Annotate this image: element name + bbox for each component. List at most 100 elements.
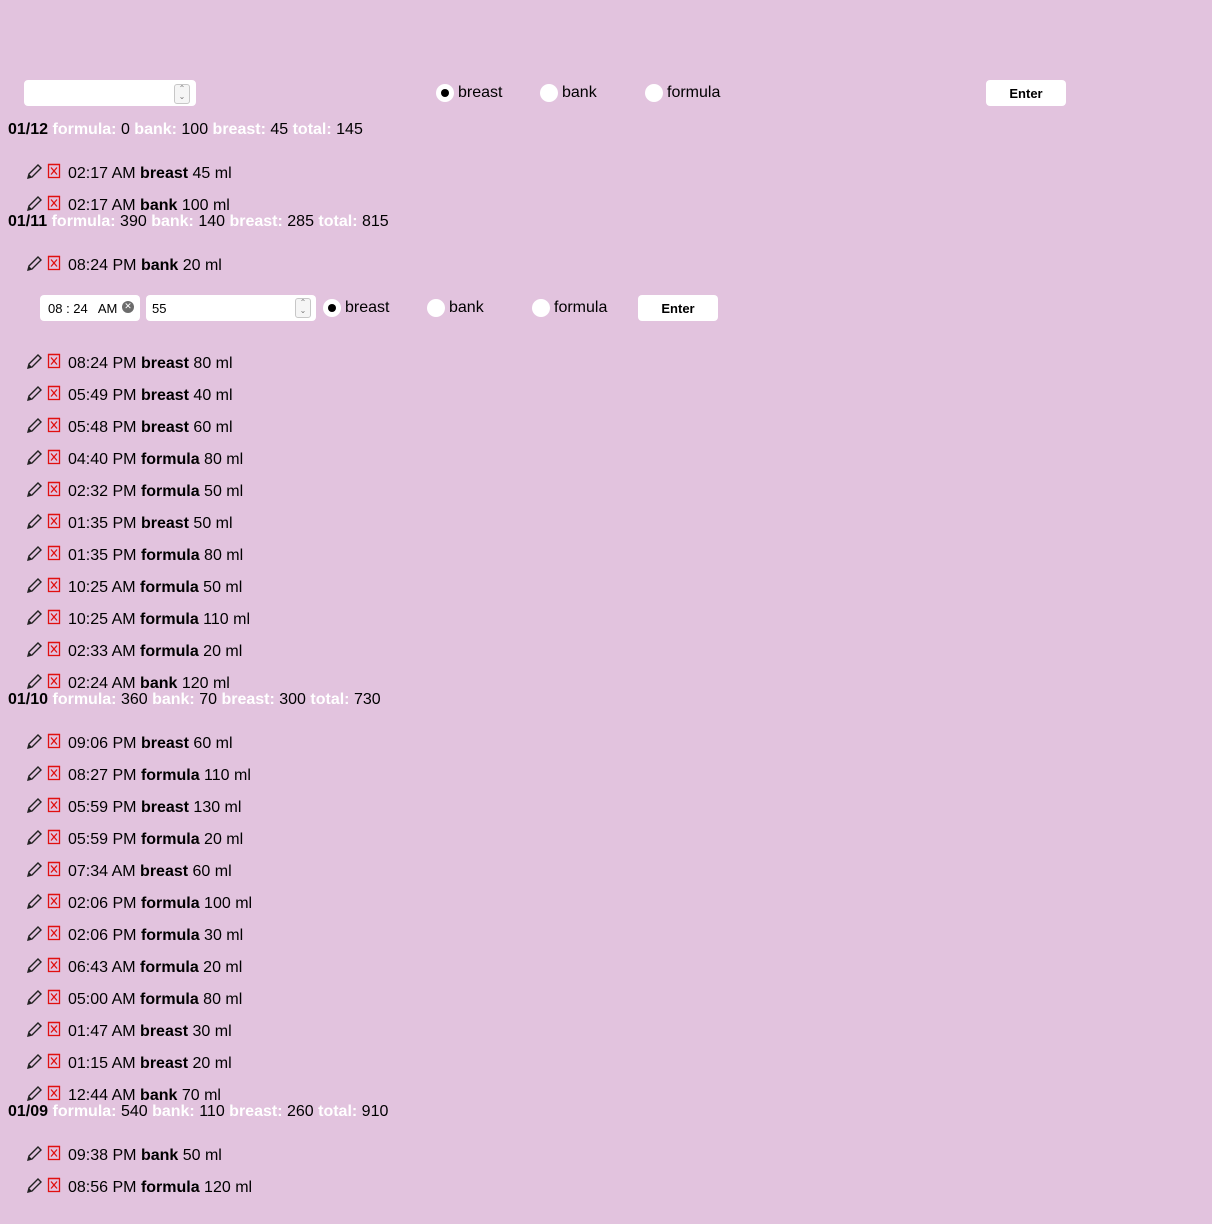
delete-trash-icon[interactable] bbox=[44, 385, 64, 407]
edit-radio-option-bank[interactable]: bank bbox=[427, 299, 484, 317]
delete-trash-icon[interactable] bbox=[44, 353, 64, 375]
entry-text: 01:35 PM breast 50 ml bbox=[68, 515, 233, 533]
day-header: 01/10 formula: 360 bank: 70 breast: 300 … bbox=[8, 691, 381, 709]
entry-text: 02:17 AM breast 45 ml bbox=[68, 165, 232, 183]
edit-pencil-icon[interactable] bbox=[24, 1177, 44, 1199]
delete-trash-icon[interactable] bbox=[44, 481, 64, 503]
delete-trash-icon[interactable] bbox=[44, 893, 64, 915]
delete-trash-icon[interactable] bbox=[44, 989, 64, 1011]
list-item: 01:35 PM formula 80 ml bbox=[24, 543, 243, 569]
edit-radio-option-breast[interactable]: breast bbox=[323, 299, 389, 317]
edit-pencil-icon[interactable] bbox=[24, 255, 44, 277]
edit-pencil-icon[interactable] bbox=[24, 925, 44, 947]
enter-button[interactable]: Enter bbox=[986, 80, 1066, 106]
delete-trash-icon[interactable] bbox=[44, 1021, 64, 1043]
entry-text: 01:15 AM breast 20 ml bbox=[68, 1055, 232, 1073]
edit-pencil-icon[interactable] bbox=[24, 513, 44, 535]
edit-pencil-icon[interactable] bbox=[24, 481, 44, 503]
edit-pencil-icon[interactable] bbox=[24, 417, 44, 439]
list-item: 05:49 PM breast 40 ml bbox=[24, 383, 233, 409]
edit-pencil-icon[interactable] bbox=[24, 893, 44, 915]
edit-pencil-icon[interactable] bbox=[24, 957, 44, 979]
edit-time-value: 08 : 24 AM bbox=[48, 300, 118, 316]
stat-value-formula: 0 bbox=[120, 121, 130, 138]
edit-radio-option-formula[interactable]: formula bbox=[532, 299, 607, 317]
edit-pencil-icon[interactable] bbox=[24, 449, 44, 471]
edit-pencil-icon[interactable] bbox=[24, 829, 44, 851]
clear-icon[interactable]: ✕ bbox=[122, 301, 134, 313]
delete-trash-icon[interactable] bbox=[44, 861, 64, 883]
delete-trash-icon[interactable] bbox=[44, 513, 64, 535]
entry-amount: 20 ml bbox=[188, 1055, 232, 1072]
radio-option-breast[interactable]: breast bbox=[436, 84, 502, 102]
edit-pencil-icon[interactable] bbox=[24, 989, 44, 1011]
stat-value-bank: 110 bbox=[199, 1103, 225, 1120]
edit-pencil-icon[interactable] bbox=[24, 353, 44, 375]
delete-trash-icon[interactable] bbox=[44, 609, 64, 631]
delete-trash-icon[interactable] bbox=[44, 829, 64, 851]
delete-trash-icon[interactable] bbox=[44, 925, 64, 947]
delete-trash-icon[interactable] bbox=[44, 797, 64, 819]
edit-quantity-input[interactable]: 55 ⌃ ⌄ bbox=[146, 295, 316, 321]
list-item: 09:06 PM breast 60 ml bbox=[24, 731, 233, 757]
list-item: 07:34 AM breast 60 ml bbox=[24, 859, 232, 885]
edit-pencil-icon[interactable] bbox=[24, 545, 44, 567]
quantity-stepper-icon[interactable]: ⌃ ⌄ bbox=[295, 298, 311, 318]
delete-trash-icon[interactable] bbox=[44, 255, 64, 277]
edit-time-input[interactable]: 08 : 24 AM ✕ bbox=[40, 295, 140, 321]
delete-trash-icon[interactable] bbox=[44, 545, 64, 567]
edit-enter-button[interactable]: Enter bbox=[638, 295, 718, 321]
edit-pencil-icon[interactable] bbox=[24, 1053, 44, 1075]
delete-trash-icon[interactable] bbox=[44, 417, 64, 439]
edit-pencil-icon[interactable] bbox=[24, 609, 44, 631]
quantity-input[interactable]: ⌃ ⌄ bbox=[24, 80, 196, 106]
radio-option-bank[interactable]: bank bbox=[540, 84, 597, 102]
entry-type: formula bbox=[140, 1179, 200, 1196]
entry-type: formula bbox=[140, 451, 200, 468]
edit-pencil-icon[interactable] bbox=[24, 1145, 44, 1167]
entry-text: 05:49 PM breast 40 ml bbox=[68, 387, 233, 405]
stat-label-total: total: bbox=[305, 691, 354, 708]
edit-pencil-icon[interactable] bbox=[24, 765, 44, 787]
radio-breast[interactable] bbox=[436, 84, 454, 102]
entry-text: 10:25 AM formula 110 ml bbox=[68, 611, 250, 629]
edit-radio-breast[interactable] bbox=[323, 299, 341, 317]
delete-trash-icon[interactable] bbox=[44, 1145, 64, 1167]
edit-pencil-icon[interactable] bbox=[24, 385, 44, 407]
edit-pencil-icon[interactable] bbox=[24, 163, 44, 185]
delete-trash-icon[interactable] bbox=[44, 577, 64, 599]
delete-trash-icon[interactable] bbox=[44, 641, 64, 663]
edit-pencil-icon[interactable] bbox=[24, 1021, 44, 1043]
edit-radio-formula[interactable] bbox=[532, 299, 550, 317]
entry-text: 02:06 PM formula 100 ml bbox=[68, 895, 252, 913]
delete-trash-icon[interactable] bbox=[44, 163, 64, 185]
entry-amount: 45 ml bbox=[188, 165, 232, 182]
delete-trash-icon[interactable] bbox=[44, 957, 64, 979]
entry-time: 05:59 PM bbox=[68, 831, 141, 848]
edit-pencil-icon[interactable] bbox=[24, 641, 44, 663]
list-item: 10:25 AM formula 110 ml bbox=[24, 607, 250, 633]
edit-pencil-icon[interactable] bbox=[24, 797, 44, 819]
edit-pencil-icon[interactable] bbox=[24, 733, 44, 755]
edit-radio-label-bank: bank bbox=[449, 299, 484, 316]
list-item: 02:06 PM formula 100 ml bbox=[24, 891, 252, 917]
radio-option-formula[interactable]: formula bbox=[645, 84, 720, 102]
entry-amount: 80 ml bbox=[199, 451, 244, 468]
delete-trash-icon[interactable] bbox=[44, 765, 64, 787]
radio-bank[interactable] bbox=[540, 84, 558, 102]
entry-amount: 50 ml bbox=[198, 579, 243, 596]
quantity-stepper-icon[interactable]: ⌃ ⌄ bbox=[174, 84, 190, 104]
entry-time: 02:24 AM bbox=[68, 675, 141, 692]
delete-trash-icon[interactable] bbox=[44, 449, 64, 471]
delete-trash-icon[interactable] bbox=[44, 1053, 64, 1075]
entry-text: 01:35 PM formula 80 ml bbox=[68, 547, 243, 565]
entry-text: 08:56 PM formula 120 ml bbox=[68, 1179, 252, 1197]
delete-trash-icon[interactable] bbox=[44, 1177, 64, 1199]
delete-trash-icon[interactable] bbox=[44, 733, 64, 755]
entry-type: breast bbox=[140, 355, 189, 372]
edit-pencil-icon[interactable] bbox=[24, 577, 44, 599]
edit-pencil-icon[interactable] bbox=[24, 861, 44, 883]
stat-value-total: 910 bbox=[361, 1103, 389, 1120]
radio-formula[interactable] bbox=[645, 84, 663, 102]
edit-radio-bank[interactable] bbox=[427, 299, 445, 317]
